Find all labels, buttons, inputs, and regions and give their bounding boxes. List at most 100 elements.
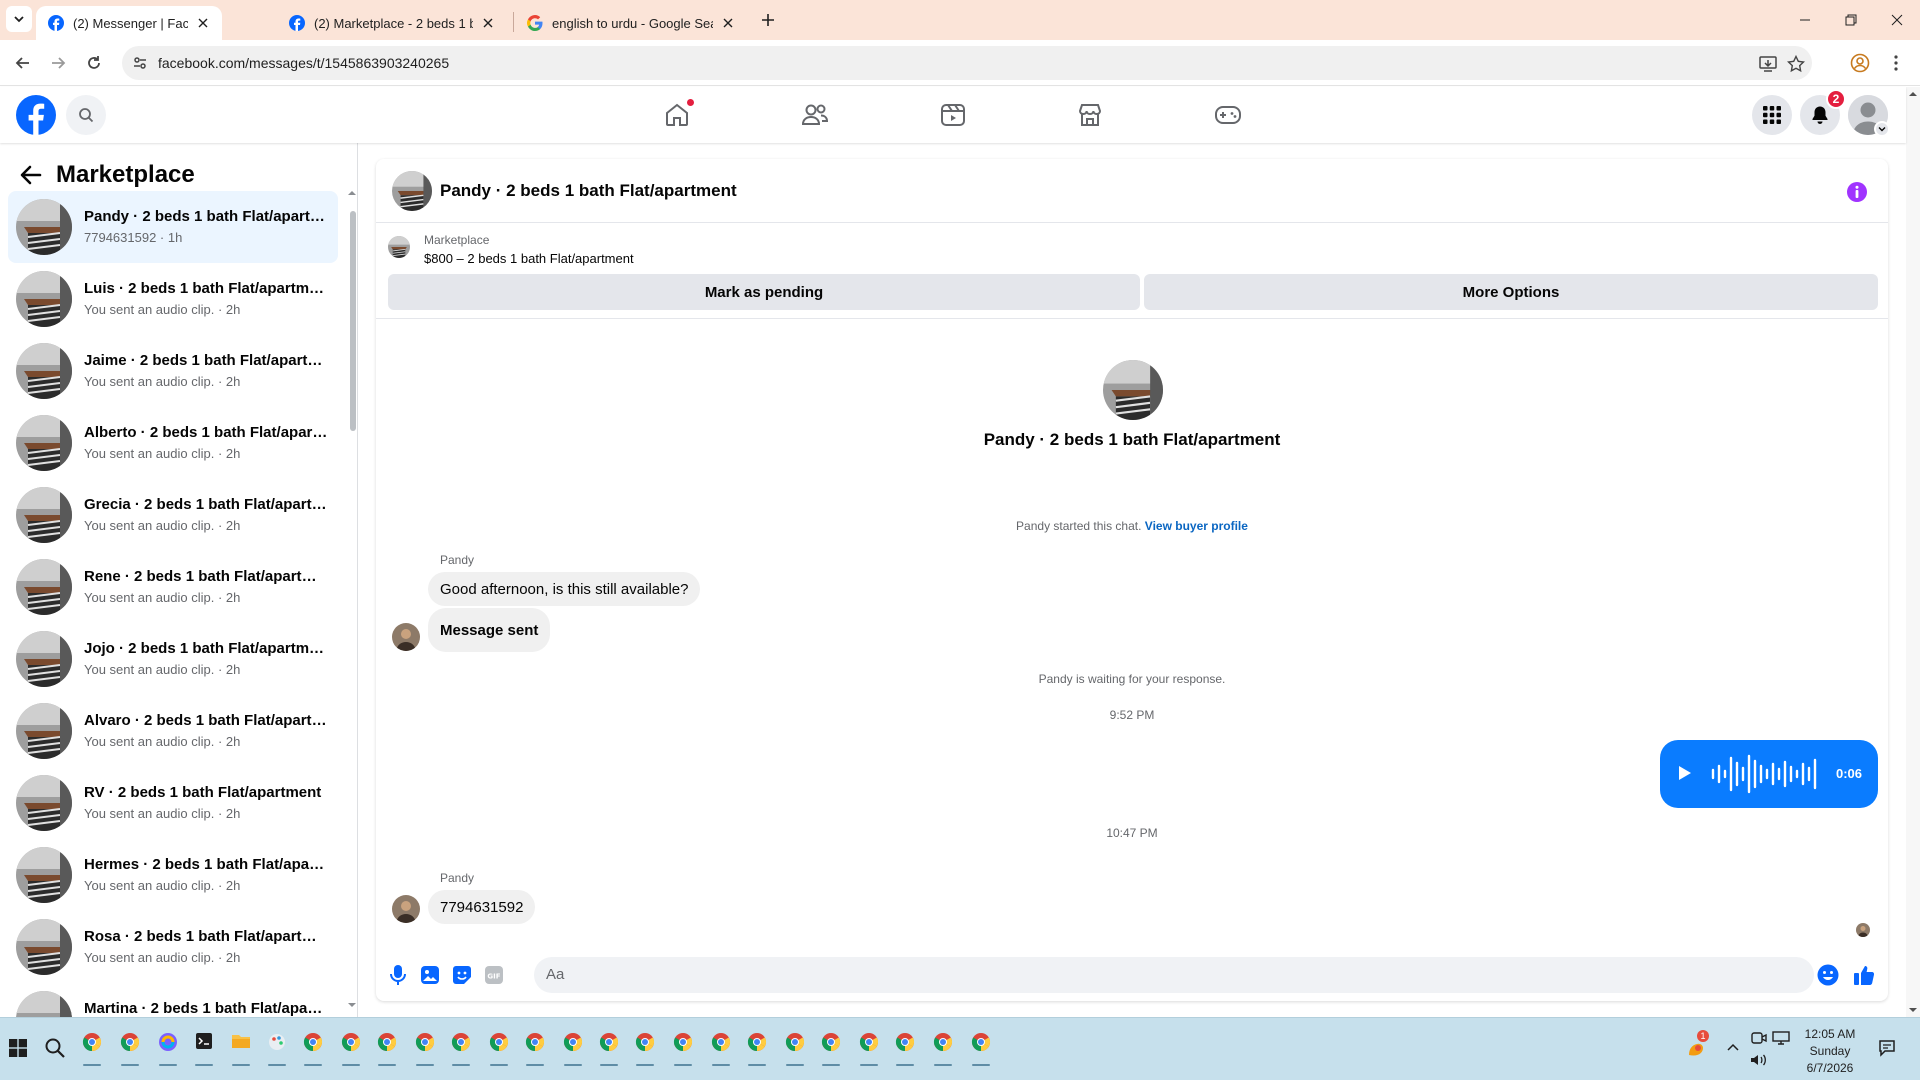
taskbar-app-icon[interactable] bbox=[77, 1032, 107, 1066]
taskbar-app-icon[interactable] bbox=[780, 1032, 810, 1066]
outgoing-audio-clip[interactable]: 0:06 bbox=[1660, 740, 1878, 808]
conversation-item[interactable]: Rosa · 2 beds 1 bath Flat/apartment You s… bbox=[8, 911, 338, 983]
taskbar-app-icon[interactable] bbox=[446, 1032, 476, 1066]
taskbar-clock[interactable]: 12:05 AM Sunday 6/7/2026 bbox=[1796, 1026, 1864, 1077]
like-button[interactable] bbox=[1852, 963, 1876, 987]
chat-header-avatar[interactable] bbox=[392, 171, 432, 211]
voice-clip-button[interactable] bbox=[386, 963, 410, 987]
taskbar-app-icon[interactable] bbox=[298, 1032, 328, 1066]
scroll-up-arrow-icon[interactable] bbox=[1906, 89, 1920, 99]
close-tab-icon[interactable] bbox=[719, 14, 737, 32]
conversation-item[interactable]: Hermes · 2 beds 1 bath Flat/apartment You… bbox=[8, 839, 338, 911]
listing-thumbnail[interactable] bbox=[388, 236, 410, 258]
listing-price[interactable]: $800 – 2 beds 1 bath Flat/apartment bbox=[424, 251, 634, 266]
taskbar-app-icon[interactable] bbox=[372, 1032, 402, 1066]
taskbar-app-icon[interactable] bbox=[336, 1032, 366, 1066]
incoming-message[interactable]: Message sent bbox=[428, 608, 551, 652]
url-text[interactable]: facebook.com/messages/t/1545863903240265 bbox=[158, 55, 449, 71]
sender-avatar[interactable] bbox=[392, 623, 420, 651]
taskbar-app-icon[interactable] bbox=[484, 1032, 514, 1066]
bookmark-button[interactable] bbox=[1786, 54, 1806, 74]
conversation-item[interactable]: Martina · 2 beds 1 bath Flat/apartmentYo… bbox=[8, 983, 338, 1017]
taskbar-app-icon[interactable] bbox=[594, 1032, 624, 1066]
conversation-item[interactable]: Alvaro · 2 beds 1 bath Flat/apartment You… bbox=[8, 695, 338, 767]
taskbar-app-icon[interactable] bbox=[854, 1032, 884, 1066]
meet-now-button[interactable] bbox=[1748, 1026, 1770, 1050]
new-tab-button[interactable] bbox=[758, 10, 778, 30]
restore-button[interactable] bbox=[1836, 8, 1866, 32]
back-button[interactable] bbox=[11, 51, 35, 75]
gif-button[interactable]: GIF bbox=[482, 963, 506, 987]
close-tab-icon[interactable] bbox=[194, 14, 212, 32]
nav-gaming[interactable] bbox=[1208, 95, 1248, 135]
taskbar-app-icon[interactable] bbox=[410, 1032, 440, 1066]
taskbar-app-icon[interactable] bbox=[262, 1032, 292, 1066]
conversation-item[interactable]: Alberto · 2 beds 1 bath Flat/apartment Yo… bbox=[8, 407, 338, 479]
conversation-item[interactable]: Rene · 2 beds 1 bath Flat/apartment You s… bbox=[8, 551, 338, 623]
address-bar[interactable]: facebook.com/messages/t/1545863903240265 bbox=[122, 46, 1812, 80]
taskbar-app-icon[interactable] bbox=[558, 1032, 588, 1066]
forward-button[interactable] bbox=[46, 51, 70, 75]
incoming-message[interactable]: 7794631592 bbox=[428, 890, 536, 924]
taskbar-app-icon[interactable] bbox=[928, 1032, 958, 1066]
taskbar-search-icon[interactable] bbox=[44, 1037, 66, 1059]
taskbar-app-icon[interactable] bbox=[115, 1032, 145, 1066]
browser-tab-messenger[interactable]: (2) Messenger | Facebook bbox=[36, 6, 222, 40]
taskbar-app-icon[interactable] bbox=[520, 1032, 550, 1066]
taskbar-app-icon[interactable] bbox=[890, 1032, 920, 1066]
volume-button[interactable] bbox=[1748, 1048, 1770, 1072]
scroll-down-arrow-icon[interactable] bbox=[1906, 1005, 1920, 1015]
network-button[interactable] bbox=[1770, 1026, 1792, 1050]
taskbar-app-icon[interactable] bbox=[742, 1032, 772, 1066]
taskbar-app-icon[interactable] bbox=[630, 1032, 660, 1066]
sticker-button[interactable] bbox=[450, 963, 474, 987]
tab-search-button[interactable] bbox=[6, 6, 32, 32]
taskbar-app-icon[interactable] bbox=[816, 1032, 846, 1066]
nav-friends[interactable] bbox=[795, 95, 835, 135]
taskbar-app-icon[interactable] bbox=[966, 1032, 996, 1066]
attach-photo-button[interactable] bbox=[418, 963, 442, 987]
site-info-icon[interactable] bbox=[132, 55, 148, 71]
minimize-button[interactable] bbox=[1790, 8, 1820, 32]
reload-button[interactable] bbox=[82, 51, 106, 75]
incoming-message[interactable]: Good afternoon, is this still available? bbox=[428, 572, 701, 606]
chat-title[interactable]: Pandy · 2 beds 1 bath Flat/apartment bbox=[440, 181, 737, 201]
conversation-item[interactable]: Luis · 2 beds 1 bath Flat/apartment You s… bbox=[8, 263, 338, 335]
close-tab-icon[interactable] bbox=[479, 14, 497, 32]
scroll-down-arrow-icon[interactable] bbox=[348, 1001, 356, 1009]
facebook-search-button[interactable] bbox=[66, 95, 106, 135]
nav-video[interactable] bbox=[933, 95, 973, 135]
mark-as-pending-button[interactable]: Mark as pending bbox=[388, 274, 1140, 310]
scroll-up-arrow-icon[interactable] bbox=[348, 189, 356, 197]
sender-avatar[interactable] bbox=[392, 895, 420, 923]
conversation-item[interactable]: Jojo · 2 beds 1 bath Flat/apartment You s… bbox=[8, 623, 338, 695]
nav-marketplace[interactable] bbox=[1070, 95, 1110, 135]
browser-menu-button[interactable] bbox=[1885, 52, 1907, 74]
more-options-button[interactable]: More Options bbox=[1144, 274, 1878, 310]
conversation-item[interactable]: Grecia · 2 beds 1 bath Flat/apartment You… bbox=[8, 479, 338, 551]
taskbar-app-icon[interactable] bbox=[189, 1032, 219, 1066]
info-icon[interactable] bbox=[1846, 181, 1868, 203]
message-input[interactable]: Aa bbox=[534, 957, 1814, 993]
profile-button[interactable] bbox=[1849, 52, 1871, 74]
windows-start-icon[interactable] bbox=[8, 1038, 28, 1058]
conversation-item[interactable]: Pandy · 2 beds 1 bath Flat/apartment 7794… bbox=[8, 191, 338, 263]
taskbar-app-icon[interactable] bbox=[706, 1032, 736, 1066]
install-app-button[interactable] bbox=[1758, 54, 1778, 74]
taskbar-app-icon[interactable] bbox=[668, 1032, 698, 1066]
browser-tab-google[interactable]: english to urdu - Google Search bbox=[515, 6, 747, 40]
close-window-button[interactable] bbox=[1882, 8, 1912, 32]
view-buyer-profile-link[interactable]: View buyer profile bbox=[1145, 519, 1248, 533]
buyer-avatar-large[interactable] bbox=[1103, 360, 1163, 420]
show-hidden-icons-button[interactable] bbox=[1722, 1036, 1744, 1060]
page-scrollbar[interactable] bbox=[1906, 87, 1920, 1017]
browser-tab-marketplace[interactable]: (2) Marketplace - 2 beds 1 bath bbox=[277, 6, 507, 40]
account-caret[interactable] bbox=[1874, 121, 1890, 137]
facebook-logo-icon[interactable] bbox=[16, 95, 56, 135]
menu-button[interactable] bbox=[1752, 95, 1792, 135]
taskbar-app-icon[interactable] bbox=[153, 1032, 183, 1066]
conversation-item[interactable]: RV · 2 beds 1 bath Flat/apartment You sen… bbox=[8, 767, 338, 839]
conversation-item[interactable]: Jaime · 2 beds 1 bath Flat/apartment You … bbox=[8, 335, 338, 407]
back-to-chats-button[interactable] bbox=[16, 160, 46, 190]
notification-center-button[interactable] bbox=[1876, 1036, 1898, 1060]
